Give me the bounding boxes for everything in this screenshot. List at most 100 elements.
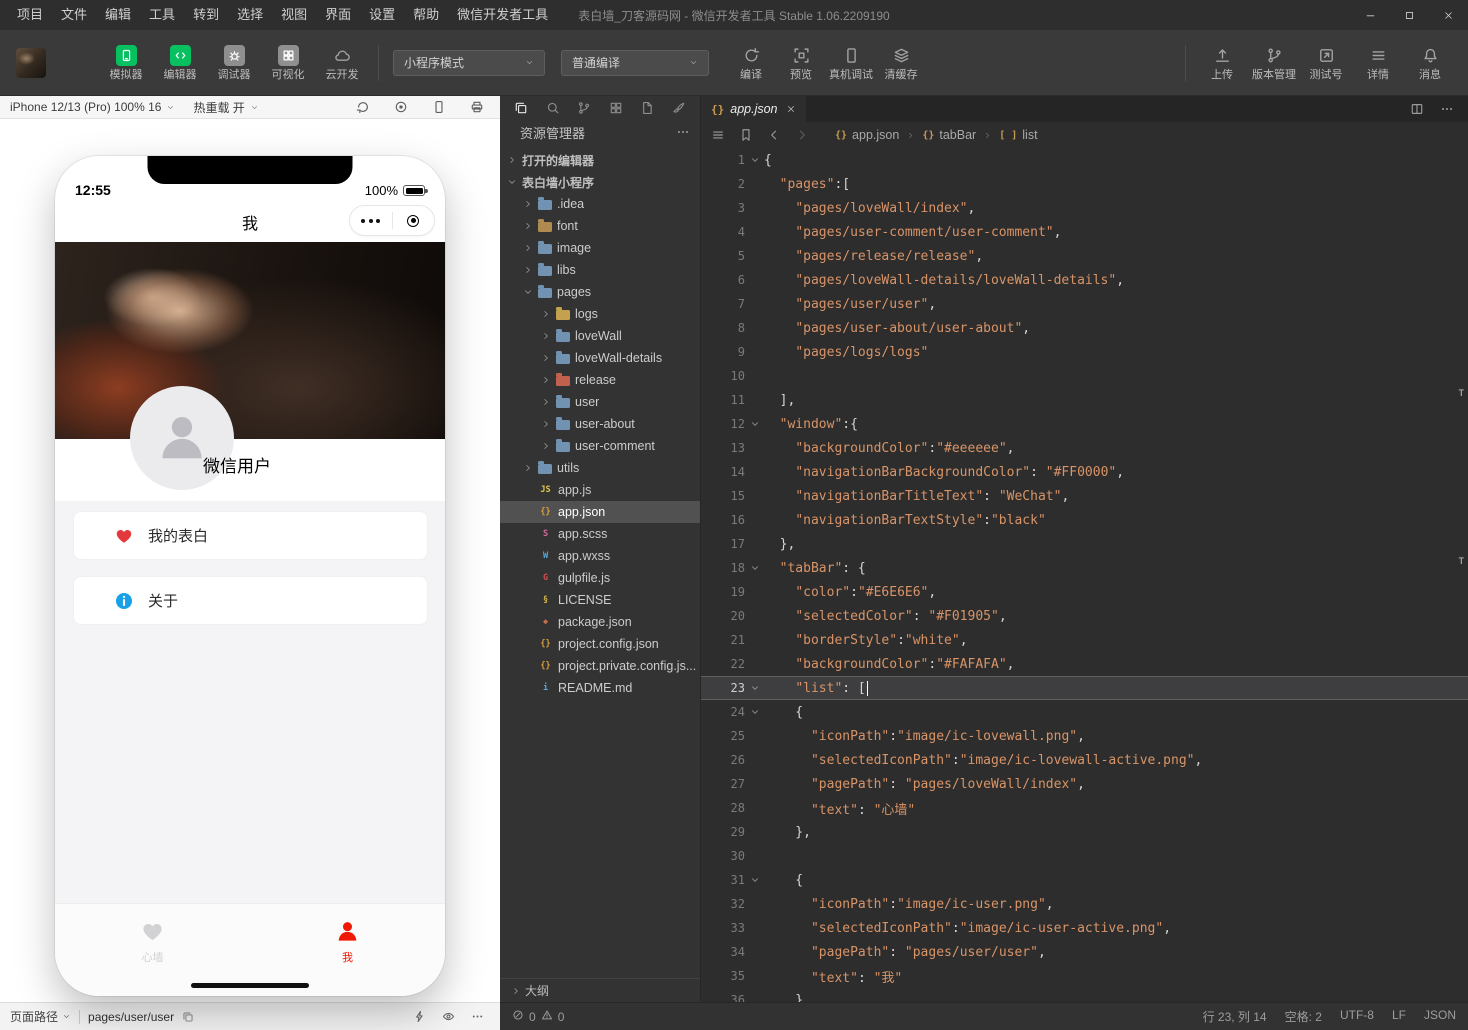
maximize-button[interactable] (1390, 0, 1429, 30)
tree-item[interactable]: §LICENSE (500, 589, 700, 611)
code-line[interactable]: 8 "pages/user-about/user-about", (701, 316, 1468, 340)
code-line[interactable]: 1{ (701, 148, 1468, 172)
code-line[interactable]: 30 (701, 844, 1468, 868)
code-line[interactable]: 12 "window":{ (701, 412, 1468, 436)
test-account-button[interactable]: 测试号 (1304, 45, 1348, 81)
code-line[interactable]: 6 "pages/loveWall-details/loveWall-detai… (701, 268, 1468, 292)
hot-reload-toggle[interactable]: 热重载 开 (193, 99, 258, 116)
code-line[interactable]: 19 "color":"#E6E6E6", (701, 580, 1468, 604)
breadcrumb-item[interactable]: {}app.json (835, 128, 899, 142)
copy-icon[interactable] (514, 101, 528, 115)
outline-section[interactable]: 大纲 (500, 978, 700, 1002)
menubar-item[interactable]: 视图 (272, 0, 316, 30)
search-icon[interactable] (546, 101, 560, 115)
lightning-icon[interactable] (413, 1010, 426, 1023)
menubar-item[interactable]: 微信开发者工具 (448, 0, 557, 30)
problems-indicator[interactable]: 0 0 (512, 1009, 564, 1024)
eye-icon[interactable] (442, 1010, 455, 1023)
simulator-button[interactable]: 模拟器 (104, 45, 148, 81)
split-icon[interactable] (1410, 102, 1424, 116)
code-line[interactable]: 13 "backgroundColor":"#eeeeee", (701, 436, 1468, 460)
tree-item[interactable]: Wapp.wxss (500, 545, 700, 567)
code-line[interactable]: 18 "tabBar": { (701, 556, 1468, 580)
code-line[interactable]: 5 "pages/release/release", (701, 244, 1468, 268)
tree-item[interactable]: {}project.config.json (500, 633, 700, 655)
encoding-setting[interactable]: UTF-8 (1340, 1008, 1374, 1025)
tree-item-app-json[interactable]: {}app.json (500, 501, 700, 523)
menubar-item[interactable]: 工具 (140, 0, 184, 30)
tree-item[interactable]: release (500, 369, 700, 391)
preview-button[interactable]: 预览 (779, 45, 823, 81)
branch-icon[interactable] (577, 101, 591, 115)
menubar-item[interactable]: 界面 (316, 0, 360, 30)
code-line[interactable]: 4 "pages/user-comment/user-comment", (701, 220, 1468, 244)
code-line[interactable]: 25 "iconPath":"image/ic-lovewall.png", (701, 724, 1468, 748)
tree-item[interactable]: iREADME.md (500, 677, 700, 699)
code-line[interactable]: 14 "navigationBarBackgroundColor": "#FF0… (701, 460, 1468, 484)
code-line[interactable]: 17 }, (701, 532, 1468, 556)
visualizer-button[interactable]: 可视化 (266, 45, 310, 81)
copy-icon[interactable] (182, 1011, 194, 1023)
copy-path-button[interactable] (182, 1011, 194, 1023)
page-path-select[interactable]: 页面路径 (10, 1008, 71, 1025)
code-line[interactable]: 2 "pages":[ (701, 172, 1468, 196)
code-line[interactable]: 32 "iconPath":"image/ic-user.png", (701, 892, 1468, 916)
version-button[interactable]: 版本管理 (1252, 45, 1296, 81)
code-line[interactable]: 3 "pages/loveWall/index", (701, 196, 1468, 220)
tree-item[interactable]: Sapp.scss (500, 523, 700, 545)
code-line[interactable]: 28 "text": "心墙" (701, 796, 1468, 820)
code-line[interactable]: 22 "backgroundColor":"#FAFAFA", (701, 652, 1468, 676)
file-icon[interactable] (640, 101, 654, 115)
menubar-item[interactable]: 转到 (184, 0, 228, 30)
cursor-position[interactable]: 行 23, 列 14 (1203, 1008, 1267, 1025)
code-line[interactable]: 16 "navigationBarTextStyle":"black" (701, 508, 1468, 532)
record-icon[interactable] (394, 100, 408, 114)
code-line[interactable]: 33 "selectedIconPath":"image/ic-user-act… (701, 916, 1468, 940)
language-mode[interactable]: JSON (1424, 1008, 1456, 1025)
code-line[interactable]: 36 } (701, 988, 1468, 1002)
code-line[interactable]: 15 "navigationBarTitleText": "WeChat", (701, 484, 1468, 508)
grid-icon[interactable] (609, 101, 623, 115)
close-tab-button[interactable] (786, 104, 796, 114)
code-line[interactable]: 35 "text": "我" (701, 964, 1468, 988)
tree-item[interactable]: ◆package.json (500, 611, 700, 633)
tree-item[interactable]: user-about (500, 413, 700, 435)
tree-item[interactable]: libs (500, 259, 700, 281)
code-line[interactable]: 11 ], (701, 388, 1468, 412)
compile-button[interactable]: 编译 (729, 45, 773, 81)
upload-button[interactable]: 上传 (1200, 45, 1244, 81)
breadcrumb-item[interactable]: {}tabBar (922, 128, 976, 142)
code-line[interactable]: 29 }, (701, 820, 1468, 844)
tree-item[interactable]: logs (500, 303, 700, 325)
message-button[interactable]: 消息 (1408, 45, 1452, 81)
close-button[interactable] (1429, 0, 1468, 30)
brush-icon[interactable] (672, 101, 686, 115)
compile-mode-select[interactable]: 普通编译 (561, 50, 709, 76)
code-line[interactable]: 23 "list": [ (701, 676, 1468, 700)
tree-item[interactable]: {}project.private.config.js... (500, 655, 700, 677)
explorer-section-open-editors[interactable]: 打开的编辑器 (500, 149, 700, 171)
menubar-item[interactable]: 编辑 (96, 0, 140, 30)
tab-app-json[interactable]: {} app.json (701, 96, 806, 122)
code-line[interactable]: 21 "borderStyle":"white", (701, 628, 1468, 652)
explorer-section-project[interactable]: 表白墙小程序 (500, 171, 700, 193)
code-line[interactable]: 31 { (701, 868, 1468, 892)
menubar-item[interactable]: 选择 (228, 0, 272, 30)
tree-item[interactable]: pages (500, 281, 700, 303)
code-line[interactable]: 20 "selectedColor": "#F01905", (701, 604, 1468, 628)
arrow-left-icon[interactable] (767, 128, 781, 142)
device-icon[interactable] (432, 100, 446, 114)
bookmark-icon[interactable] (739, 128, 753, 142)
code-line[interactable]: 9 "pages/logs/logs" (701, 340, 1468, 364)
tree-item[interactable]: utils (500, 457, 700, 479)
tree-item[interactable]: user (500, 391, 700, 413)
menubar-item[interactable]: 项目 (8, 0, 52, 30)
menubar-item[interactable]: 文件 (52, 0, 96, 30)
capsule-exit-button[interactable] (393, 215, 435, 227)
cloud-dev-button[interactable]: 云开发 (320, 45, 364, 81)
tree-item[interactable]: image (500, 237, 700, 259)
details-button[interactable]: 详情 (1356, 45, 1400, 81)
code-line[interactable]: 26 "selectedIconPath":"image/ic-lovewall… (701, 748, 1468, 772)
tree-item[interactable]: loveWall (500, 325, 700, 347)
editor-button[interactable]: 编辑器 (158, 45, 202, 81)
